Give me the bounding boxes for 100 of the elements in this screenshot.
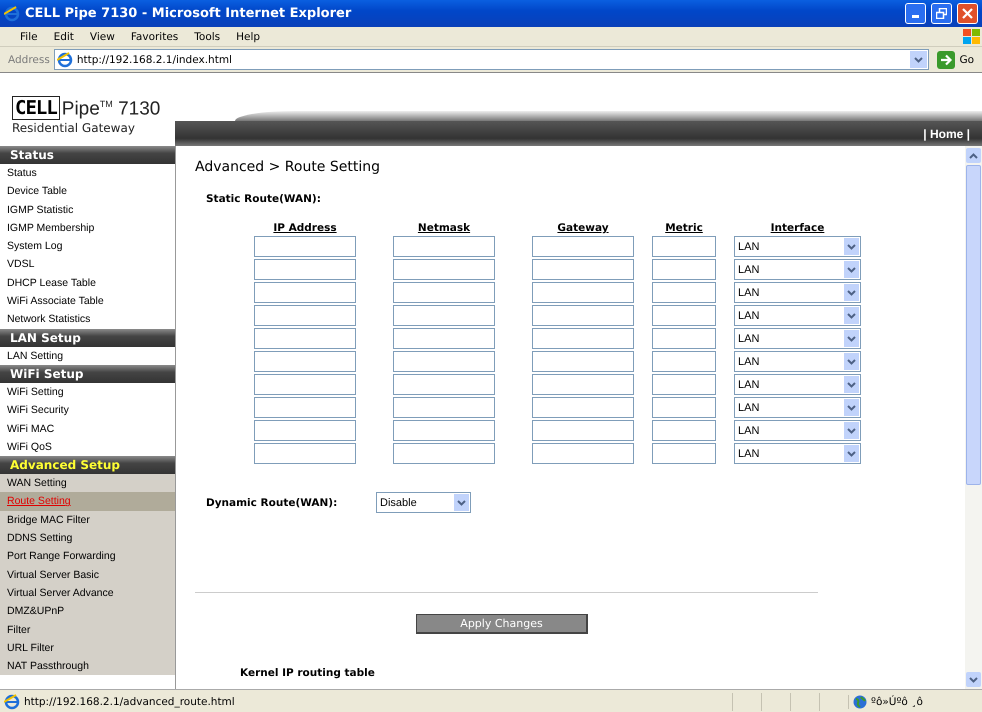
netmask-field[interactable] <box>393 236 495 257</box>
interface-select[interactable]: LAN <box>734 259 861 280</box>
netmask-field[interactable] <box>393 282 495 303</box>
menu-item[interactable]: Tools <box>188 30 226 42</box>
ip-address-field[interactable] <box>254 259 356 280</box>
netmask-field[interactable] <box>393 351 495 372</box>
logo-brand: CELL <box>12 96 60 120</box>
interface-select[interactable]: LAN <box>734 374 861 395</box>
gateway-field[interactable] <box>532 305 634 326</box>
metric-field[interactable] <box>652 328 716 349</box>
maximize-button[interactable] <box>931 3 952 24</box>
sidebar-item[interactable]: WiFi MAC <box>0 420 175 438</box>
interface-select[interactable]: LAN <box>734 351 861 372</box>
sidebar-item[interactable]: Port Range Forwarding <box>0 547 175 566</box>
sidebar-item[interactable]: Network Statistics <box>0 310 175 329</box>
window-title: CELL Pipe 7130 - Microsoft Internet Explorer <box>25 6 352 21</box>
ip-address-field[interactable] <box>254 351 356 372</box>
address-field[interactable]: http://192.168.2.1/index.html <box>54 49 930 70</box>
metric-field[interactable] <box>652 374 716 395</box>
ip-address-field[interactable] <box>254 236 356 257</box>
interface-select[interactable]: LAN <box>734 443 861 464</box>
netmask-field[interactable] <box>393 259 495 280</box>
ip-address-field[interactable] <box>254 374 356 395</box>
caret-icon <box>847 358 856 364</box>
minimize-button[interactable] <box>905 3 926 24</box>
sidebar-item[interactable]: Bridge MAC Filter <box>0 510 175 530</box>
sidebar-item[interactable]: NAT Passthrough <box>0 657 175 676</box>
sidebar-item[interactable]: Device Table <box>0 182 175 201</box>
metric-field[interactable] <box>652 351 716 372</box>
close-button[interactable] <box>957 3 978 24</box>
sidebar-item[interactable]: WAN Setting <box>0 474 175 492</box>
sidebar-item[interactable]: LAN Setting <box>0 346 175 365</box>
column-header: Metric <box>664 222 704 234</box>
sidebar-item[interactable]: DHCP Lease Table <box>0 274 175 292</box>
sidebar-item[interactable]: DDNS Setting <box>0 529 175 548</box>
apply-changes-button[interactable]: Apply Changes <box>416 614 588 634</box>
sidebar-item[interactable]: WiFi Associate Table <box>0 292 175 310</box>
sidebar-item[interactable]: Filter <box>0 620 175 639</box>
menu-item[interactable]: Edit <box>48 30 80 42</box>
home-link[interactable]: | Home | <box>923 126 970 140</box>
gateway-field[interactable] <box>532 443 634 464</box>
interface-select[interactable]: LAN <box>734 282 861 303</box>
scroll-thumb[interactable] <box>966 165 981 485</box>
metric-field[interactable] <box>652 397 716 418</box>
vertical-scrollbar[interactable] <box>965 146 982 689</box>
netmask-field[interactable] <box>393 328 495 349</box>
metric-field[interactable] <box>652 259 716 280</box>
scroll-up-button[interactable] <box>966 148 981 163</box>
gateway-field[interactable] <box>532 351 634 372</box>
gateway-field[interactable] <box>532 397 634 418</box>
go-button[interactable]: Go <box>933 50 978 68</box>
gateway-field[interactable] <box>532 420 634 441</box>
metric-field[interactable] <box>652 420 716 441</box>
sidebar-item[interactable]: WiFi Security <box>0 401 175 420</box>
sidebar-item[interactable]: Virtual Server Basic <box>0 566 175 584</box>
sidebar-item[interactable]: DMZ&UPnP <box>0 602 175 621</box>
logo-subtitle: Residential Gateway <box>12 121 136 136</box>
interface-select[interactable]: LAN <box>734 328 861 349</box>
sidebar-item[interactable]: WiFi QoS <box>0 438 175 456</box>
sidebar-item[interactable]: VDSL <box>0 255 175 274</box>
netmask-field[interactable] <box>393 443 495 464</box>
netmask-field[interactable] <box>393 374 495 395</box>
interface-select[interactable]: LAN <box>734 420 861 441</box>
gateway-field[interactable] <box>532 282 634 303</box>
menu-item[interactable]: File <box>14 30 44 42</box>
metric-field[interactable] <box>652 236 716 257</box>
sidebar-item[interactable]: Virtual Server Advance <box>0 584 175 602</box>
interface-select[interactable]: LAN <box>734 236 861 257</box>
metric-field[interactable] <box>652 443 716 464</box>
menu-item[interactable]: Help <box>230 30 266 42</box>
metric-field[interactable] <box>652 282 716 303</box>
ip-address-field[interactable] <box>254 443 356 464</box>
ip-address-field[interactable] <box>254 397 356 418</box>
ip-address-field[interactable] <box>254 305 356 326</box>
browser-icon <box>4 6 20 22</box>
gateway-field[interactable] <box>532 374 634 395</box>
sidebar-item[interactable]: System Log <box>0 237 175 256</box>
sidebar-item[interactable]: IGMP Statistic <box>0 200 175 219</box>
status-url: http://192.168.2.1/advanced_route.html <box>24 696 236 708</box>
gateway-field[interactable] <box>532 236 634 257</box>
netmask-field[interactable] <box>393 420 495 441</box>
dynamic-route-select[interactable]: Disable <box>376 492 471 513</box>
interface-select[interactable]: LAN <box>734 305 861 326</box>
scroll-down-button[interactable] <box>966 672 981 687</box>
interface-select[interactable]: LAN <box>734 397 861 418</box>
netmask-field[interactable] <box>393 305 495 326</box>
gateway-field[interactable] <box>532 328 634 349</box>
netmask-field[interactable] <box>393 397 495 418</box>
sidebar-item[interactable]: IGMP Membership <box>0 218 175 238</box>
menu-item[interactable]: View <box>84 30 121 42</box>
sidebar-item[interactable]: Status <box>0 164 175 182</box>
sidebar-item[interactable]: WiFi Setting <box>0 382 175 402</box>
metric-field[interactable] <box>652 305 716 326</box>
ip-address-field[interactable] <box>254 328 356 349</box>
ip-address-field[interactable] <box>254 420 356 441</box>
menu-item[interactable]: Favorites <box>124 30 184 42</box>
ip-address-field[interactable] <box>254 282 356 303</box>
gateway-field[interactable] <box>532 259 634 280</box>
address-dropdown-button[interactable] <box>910 51 928 68</box>
sidebar-item[interactable]: URL Filter <box>0 638 175 658</box>
